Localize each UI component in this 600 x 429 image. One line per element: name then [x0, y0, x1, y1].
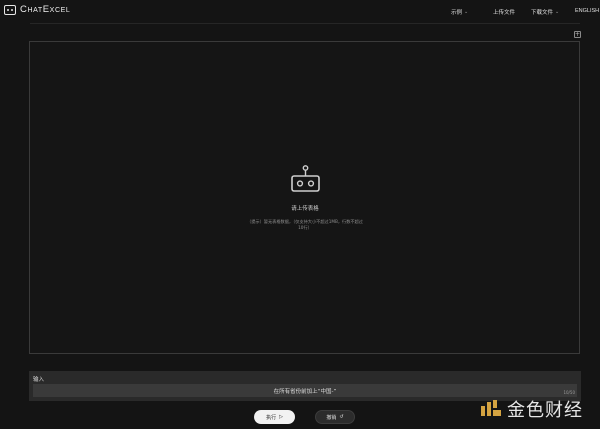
watermark: 金色财经: [480, 396, 583, 422]
play-icon: ▷: [279, 414, 283, 420]
input-char-counter: 10/50: [563, 390, 575, 395]
app-name: ChatExcel: [20, 4, 71, 15]
nav-language-label: ENGLISH: [575, 8, 600, 14]
chevron-down-icon: ⌄: [464, 9, 469, 15]
empty-state-title: 请上传表格: [291, 206, 319, 212]
input-label: 输入: [33, 377, 45, 383]
expand-icon[interactable]: +: [574, 31, 581, 38]
nav-language-toggle[interactable]: ENGLISH: [575, 8, 599, 14]
nav-upload-label: 上传文件: [493, 10, 516, 16]
nav-download-label: 下载文件: [531, 10, 554, 16]
top-bar: ChatExcel 示例 ⌄ 上传文件 下载文件 ⌄ ENGLISH: [0, 0, 600, 22]
header-divider: [30, 23, 580, 24]
run-button[interactable]: 执行 ▷: [254, 410, 295, 424]
app-logo[interactable]: ChatExcel: [4, 4, 70, 15]
undo-button-label: 撤销: [326, 414, 337, 421]
run-button-label: 执行: [266, 414, 277, 421]
nav-upload-file[interactable]: 上传文件: [493, 8, 515, 16]
watermark-text: 金色财经: [507, 400, 583, 421]
nav-examples-label: 示例: [451, 10, 463, 16]
chevron-down-icon: ⌄: [555, 9, 560, 15]
nav-examples[interactable]: 示例 ⌄: [451, 8, 468, 16]
empty-state-hint-line2: 10行）: [298, 225, 312, 230]
nav-download-file[interactable]: 下载文件 ⌄: [531, 8, 559, 16]
table-preview-panel: [29, 41, 580, 354]
undo-icon: ↺: [339, 414, 344, 420]
chat-excel-logo-icon: [4, 4, 16, 15]
undo-button[interactable]: 撤销 ↺: [315, 410, 355, 424]
robot-icon: [291, 165, 320, 192]
empty-state-hint: （提示）暂无表格数据，（仅支持大小不超过1MB，行数不超过 10行）: [238, 219, 372, 231]
jinse-logo-icon: [481, 400, 501, 416]
